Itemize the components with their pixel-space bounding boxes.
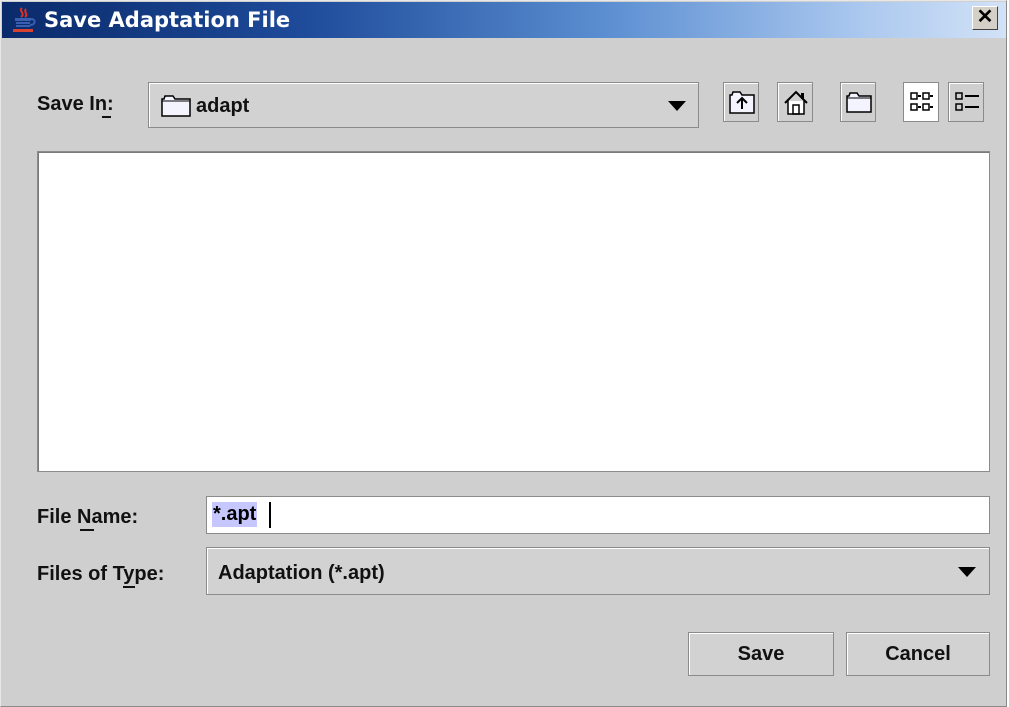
file-list-pane[interactable] xyxy=(37,151,990,472)
list-view-button[interactable] xyxy=(903,82,939,122)
chevron-down-icon[interactable] xyxy=(958,567,976,577)
file-name-mnemonic-underline xyxy=(80,529,94,531)
file-name-input[interactable]: *.apt xyxy=(206,496,990,534)
file-name-label: File Name: xyxy=(37,506,139,528)
title-bar[interactable]: Save Adaptation File ✕ xyxy=(2,2,1006,38)
chevron-down-icon[interactable] xyxy=(668,101,686,111)
up-one-level-button[interactable] xyxy=(723,82,759,122)
home-button[interactable] xyxy=(777,82,813,122)
folder-icon xyxy=(161,95,191,117)
java-coffee-cup-icon xyxy=(13,7,36,32)
files-of-type-mnemonic-underline xyxy=(123,586,135,588)
files-of-type-combo[interactable]: Adaptation (*.apt) xyxy=(206,547,990,595)
cancel-button[interactable]: Cancel xyxy=(846,632,990,676)
details-view-button[interactable] xyxy=(948,82,984,122)
save-in-value: adapt xyxy=(196,95,250,117)
details-view-icon xyxy=(955,92,979,111)
save-in-label: Save In: xyxy=(37,93,114,115)
file-name-value: *.apt xyxy=(212,502,258,527)
close-icon: ✕ xyxy=(976,6,994,28)
save-in-combo[interactable]: adapt xyxy=(148,82,699,128)
close-button[interactable]: ✕ xyxy=(972,6,998,30)
window-title: Save Adaptation File xyxy=(44,8,291,32)
save-dialog: Save Adaptation File ✕ Save In: adapt Fi… xyxy=(0,0,1007,707)
text-caret xyxy=(269,502,271,528)
new-folder-button[interactable] xyxy=(840,82,876,122)
home-icon xyxy=(784,90,808,115)
save-in-mnemonic-underline xyxy=(102,116,111,118)
folder-up-icon xyxy=(729,91,755,114)
files-of-type-label: Files of Type: xyxy=(37,563,165,585)
save-button[interactable]: Save xyxy=(688,632,834,676)
new-folder-icon xyxy=(846,92,872,113)
list-view-icon xyxy=(910,92,933,111)
files-of-type-value: Adaptation (*.apt) xyxy=(218,562,385,584)
